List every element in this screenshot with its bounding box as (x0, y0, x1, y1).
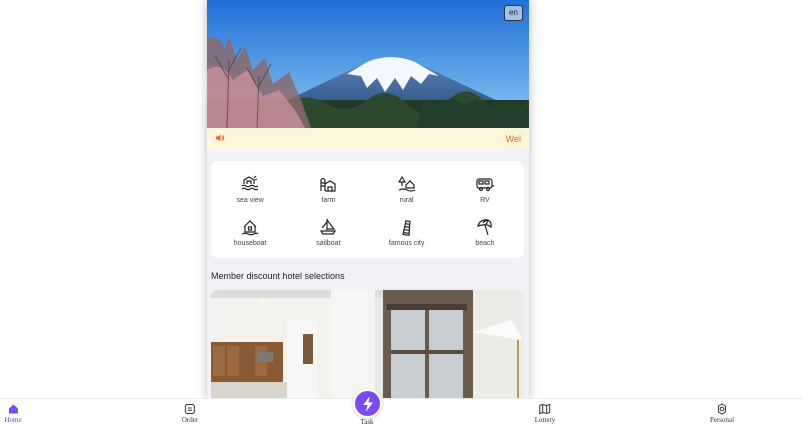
order-icon (184, 404, 195, 414)
houseboat-icon (241, 220, 259, 236)
map-icon (539, 403, 551, 415)
category-label: sailboat (316, 240, 341, 248)
tab-label: Lottery (534, 416, 556, 424)
category-rural[interactable]: rural (368, 167, 446, 211)
banner-image[interactable]: en (207, 0, 529, 128)
category-rv[interactable]: RV (446, 167, 524, 211)
notice-text: Wel (505, 134, 521, 144)
tab-label: Personal (709, 416, 735, 424)
famous-city-icon (401, 220, 411, 237)
category-label: sea view (236, 196, 264, 204)
sailboat-icon (320, 219, 337, 235)
language-button[interactable]: en (504, 5, 523, 21)
tab-label: Home (4, 416, 22, 424)
category-beach[interactable]: beach (446, 211, 524, 255)
category-label: houseboat (233, 240, 267, 248)
tab-home[interactable]: Home (4, 403, 22, 424)
tab-label: Order (181, 416, 199, 424)
speaker-icon (215, 130, 225, 148)
category-label: farm (321, 196, 336, 204)
category-sailboat[interactable]: sailboat (289, 211, 367, 255)
category-grid: sea view farm rural RV houseboat sailboa… (211, 161, 524, 258)
category-farm[interactable]: farm (289, 167, 367, 211)
phone-frame: en Wel sea view farm rural RV houseboat … (207, 0, 529, 398)
section-title: Member discount hotel selections (211, 271, 345, 281)
home-icon (8, 404, 18, 414)
notice-bar: Wel (207, 128, 529, 150)
farm-icon (320, 177, 336, 192)
category-label: RV (480, 196, 490, 204)
category-houseboat[interactable]: houseboat (211, 211, 289, 255)
category-label: rural (399, 196, 414, 204)
rural-icon (397, 175, 415, 192)
rv-icon (476, 178, 494, 191)
task-button[interactable] (353, 389, 382, 418)
category-famous-city[interactable]: famous city (368, 211, 446, 255)
category-label: famous city (388, 240, 425, 248)
bottom-tab-bar: Home Order Lottery Personal (0, 398, 803, 429)
sea-view-icon (241, 175, 259, 191)
gear-icon (717, 403, 726, 415)
hotel-card-image[interactable] (211, 290, 524, 398)
task-label: Task (360, 418, 374, 426)
tab-order[interactable]: Order (182, 403, 198, 424)
lightning-icon (362, 396, 373, 411)
category-sea-view[interactable]: sea view (211, 167, 289, 211)
beach-icon (476, 219, 492, 236)
tab-personal[interactable]: Personal (710, 403, 734, 424)
category-label: beach (475, 240, 495, 248)
tab-lottery[interactable]: Lottery (534, 403, 556, 424)
